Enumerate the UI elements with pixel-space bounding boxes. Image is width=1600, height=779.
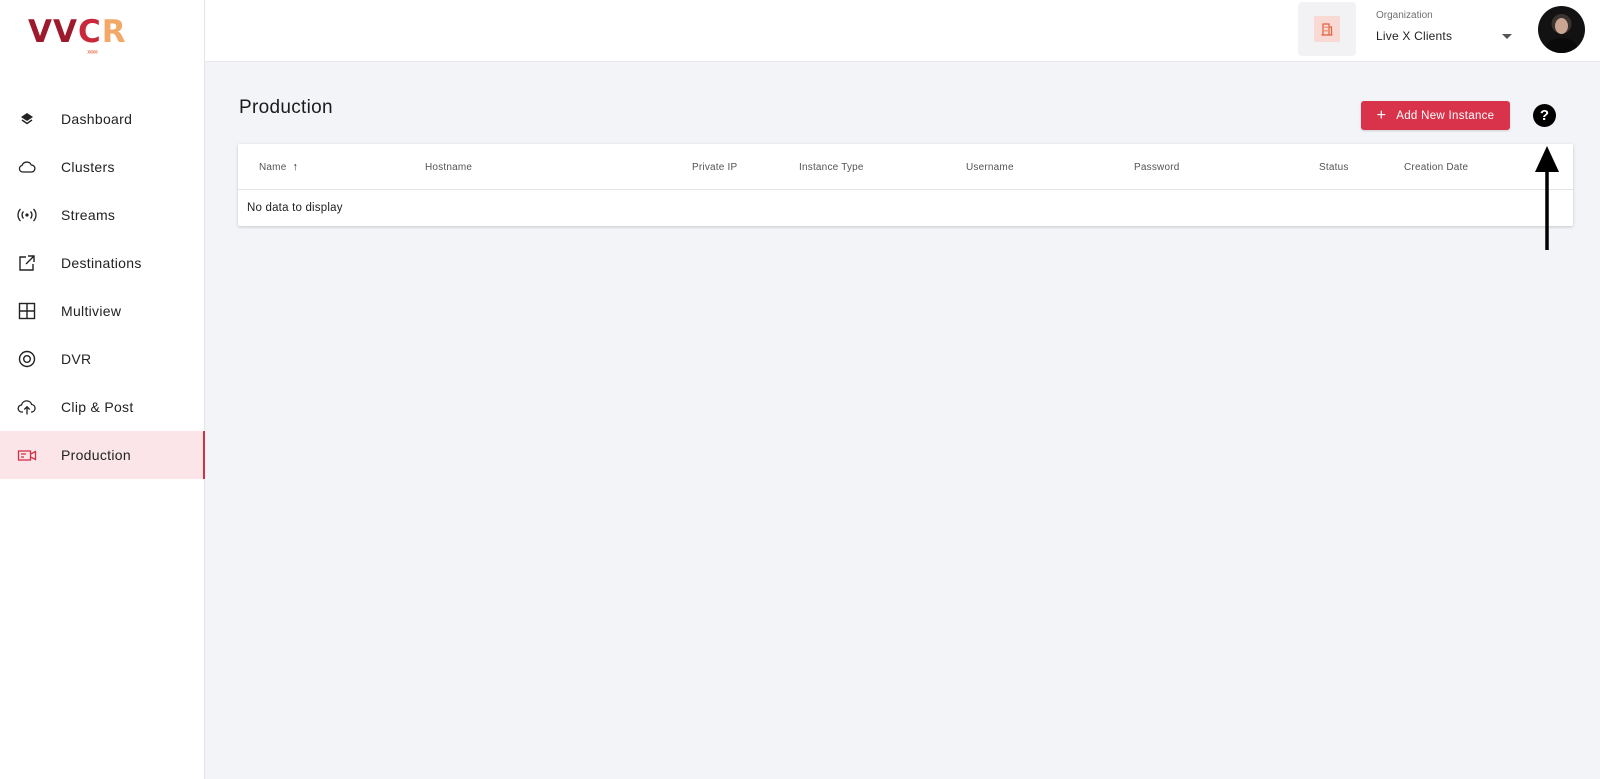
instances-table: Name ↑ Hostname Private IP Instance Type… [238, 144, 1573, 226]
sidebar-item-label: Dashboard [61, 111, 133, 127]
brand-logo[interactable]: VVCR ›››››› [28, 14, 128, 58]
add-new-instance-label: Add New Instance [1396, 109, 1495, 122]
column-header-label: Instance Type [799, 161, 864, 173]
column-header-hostname[interactable]: Hostname [425, 144, 472, 190]
organization-select[interactable]: Live X Clients [1376, 26, 1512, 46]
logo-wordmark: VVCR [28, 14, 127, 50]
cloud-upload-icon [17, 397, 37, 417]
column-header-username[interactable]: Username [966, 144, 1014, 190]
cloud-icon [17, 157, 37, 177]
plus-icon: + [1376, 106, 1387, 124]
help-icon[interactable]: ? [1533, 104, 1556, 127]
empty-state-message: No data to display [247, 201, 343, 214]
building-icon [1314, 16, 1340, 42]
sidebar: VVCR ›››››› Dashboard Clusters Streams D… [0, 0, 205, 779]
sidebar-item-label: Multiview [61, 303, 122, 319]
column-header-status[interactable]: Status [1319, 144, 1349, 190]
sidebar-item-label: Streams [61, 207, 116, 223]
sidebar-item-dvr[interactable]: DVR [0, 335, 205, 383]
record-icon [17, 349, 37, 369]
grid-icon [17, 301, 37, 321]
column-header-creation-date[interactable]: Creation Date [1404, 144, 1468, 190]
logo-arrows: ›››››› [87, 47, 98, 56]
column-header-password[interactable]: Password [1134, 144, 1180, 190]
sidebar-item-label: Production [61, 447, 131, 463]
sidebar-item-multiview[interactable]: Multiview [0, 287, 205, 335]
column-header-label: Name [259, 161, 287, 173]
organization-badge[interactable] [1298, 2, 1356, 56]
add-new-instance-button[interactable]: + Add New Instance [1361, 101, 1510, 130]
chevron-down-icon [1502, 33, 1512, 39]
column-header-name[interactable]: Name ↑ [259, 144, 298, 190]
user-avatar[interactable] [1538, 6, 1585, 53]
sidebar-item-label: DVR [61, 351, 92, 367]
sidebar-item-streams[interactable]: Streams [0, 191, 205, 239]
external-link-icon [17, 253, 37, 273]
organization-caption: Organization [1376, 10, 1433, 21]
table-header: Name ↑ Hostname Private IP Instance Type… [238, 144, 1573, 190]
column-header-instance-type[interactable]: Instance Type [799, 144, 864, 190]
sort-arrow-up-icon: ↑ [292, 161, 299, 173]
sidebar-item-destinations[interactable]: Destinations [0, 239, 205, 287]
column-header-label: Username [966, 161, 1014, 173]
column-header-label: Private IP [692, 161, 738, 173]
sidebar-item-label: Clusters [61, 159, 115, 175]
organization-value: Live X Clients [1376, 29, 1453, 43]
page-title: Production [239, 97, 333, 118]
column-header-label: Hostname [425, 161, 473, 173]
column-header-private-ip[interactable]: Private IP [692, 144, 737, 190]
sidebar-item-dashboard[interactable]: Dashboard [0, 95, 205, 143]
layers-icon [17, 109, 37, 129]
broadcast-icon [17, 205, 37, 225]
sidebar-item-clusters[interactable]: Clusters [0, 143, 205, 191]
annotation-arrow-icon [1535, 146, 1559, 250]
column-header-label: Status [1319, 161, 1349, 173]
sidebar-nav: Dashboard Clusters Streams Destinations … [0, 95, 205, 479]
sidebar-item-clip-post[interactable]: Clip & Post [0, 383, 205, 431]
sidebar-item-production[interactable]: Production [0, 431, 205, 479]
avatar-face [1555, 18, 1568, 34]
column-header-label: Password [1134, 161, 1180, 173]
column-header-label: Creation Date [1404, 161, 1469, 173]
avatar-shoulders [1546, 38, 1577, 53]
sidebar-item-label: Destinations [61, 255, 142, 271]
sidebar-item-label: Clip & Post [61, 399, 134, 415]
video-camera-icon [17, 445, 37, 465]
